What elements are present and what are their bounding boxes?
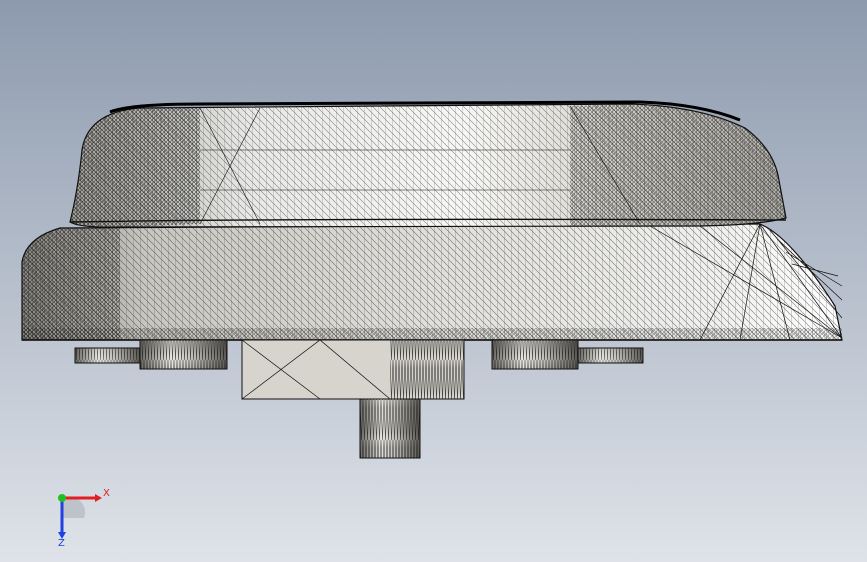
center-block — [241, 339, 465, 400]
x-axis-arrow — [95, 494, 102, 502]
model-viewport[interactable]: X Z — [0, 0, 867, 562]
x-axis-label: X — [103, 488, 110, 499]
right-pin — [577, 347, 644, 364]
right-boss — [491, 339, 579, 370]
model-upper-cap — [69, 100, 787, 228]
left-boss — [139, 339, 228, 370]
mesh-model-canvas[interactable] — [0, 0, 867, 562]
axis-triad: X Z — [58, 488, 110, 548]
bottom-post — [359, 398, 421, 459]
left-pin — [74, 347, 141, 364]
model-lower-body — [21, 223, 843, 341]
z-axis-label: Z — [58, 538, 65, 548]
y-axis-dot — [58, 494, 66, 502]
